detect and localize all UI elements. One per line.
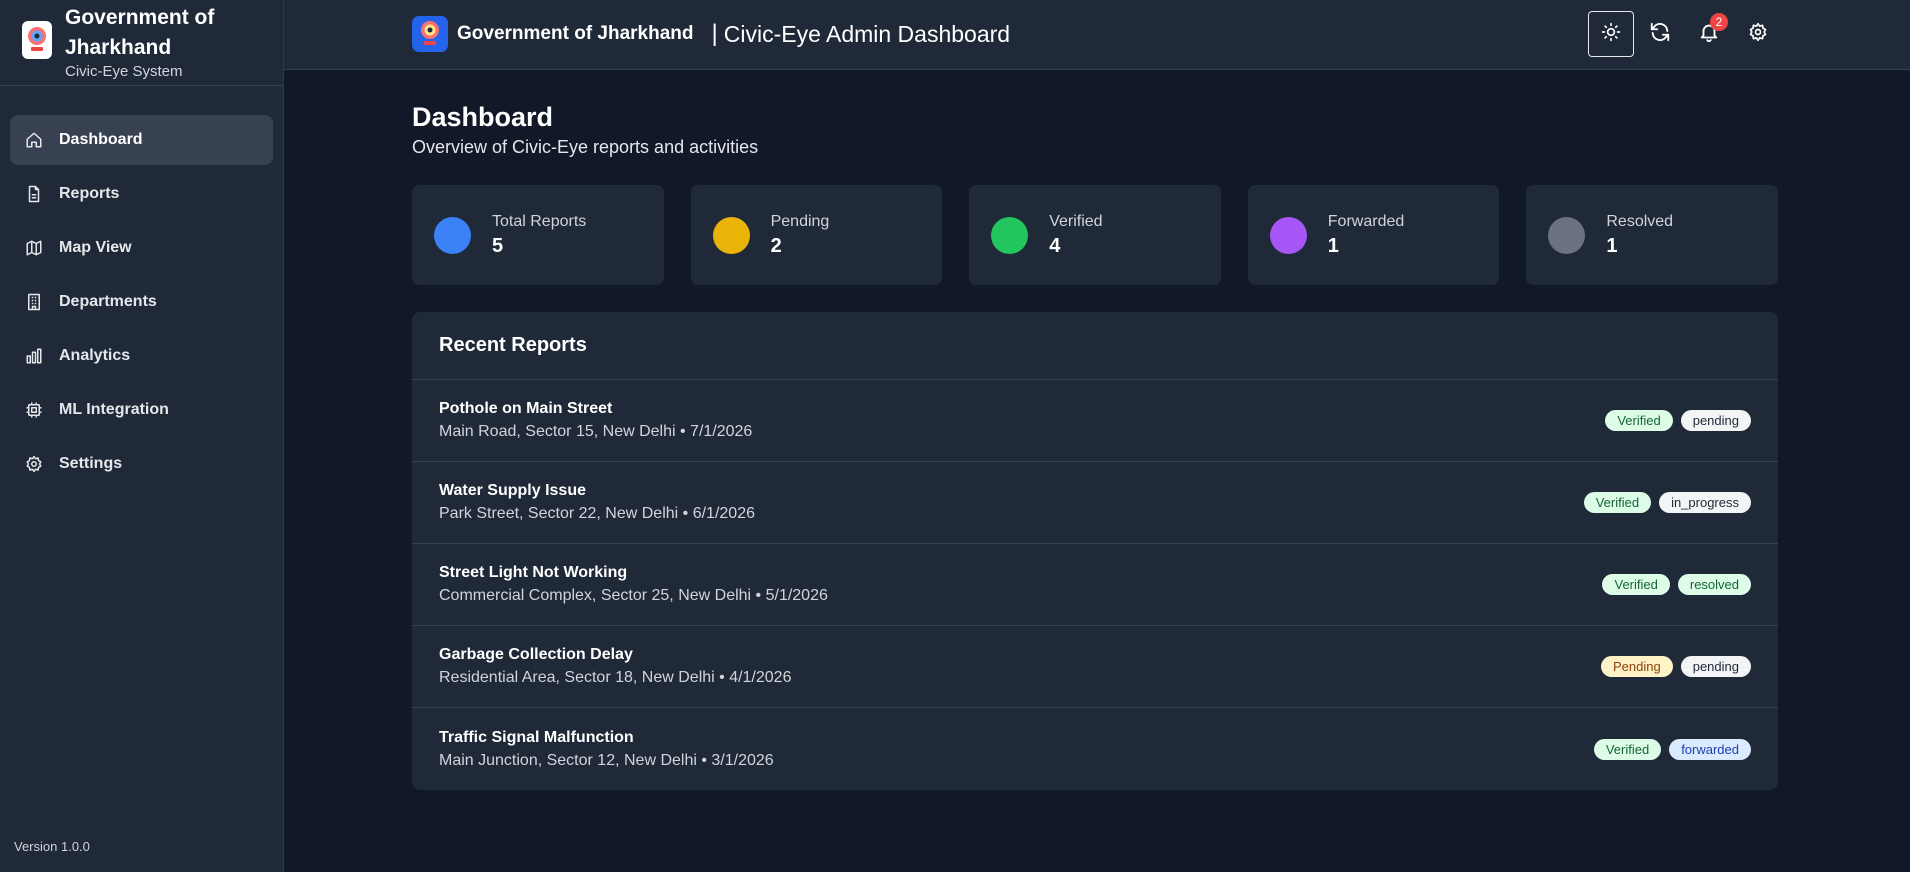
stat-card-forwarded: Forwarded 1 (1247, 185, 1500, 285)
report-row[interactable]: Water Supply Issue Park Street, Sector 2… (412, 462, 1778, 544)
verification-badge: Pending (1601, 656, 1673, 677)
sidebar-item-label: Departments (59, 293, 157, 310)
file-icon (24, 184, 44, 204)
app-logo-icon (412, 16, 448, 52)
recent-reports-heading: Recent Reports (412, 312, 1778, 380)
report-location-date: Park Street, Sector 22, New Delhi • 6/1/… (439, 505, 755, 522)
home-icon (24, 130, 44, 150)
sidebar-item-dashboard[interactable]: Dashboard (10, 115, 273, 165)
sidebar-item-map-view[interactable]: Map View (10, 223, 273, 273)
report-location-date: Main Road, Sector 15, New Delhi • 7/1/20… (439, 423, 753, 440)
verification-badge: Verified (1602, 574, 1670, 595)
sidebar-item-reports[interactable]: Reports (10, 169, 273, 219)
verification-badge: Verified (1605, 410, 1673, 431)
sidebar-item-departments[interactable]: Departments (10, 277, 273, 327)
status-badge: pending (1680, 410, 1751, 431)
sidebar-nav: Dashboard Reports Map View Departments A… (0, 86, 283, 489)
topbar-actions: 2 (1588, 11, 1784, 57)
sidebar-brand: Government of Jharkhand Civic-Eye System (0, 0, 283, 86)
stat-label: Pending (770, 212, 830, 230)
building-icon (24, 292, 44, 312)
main-content: Dashboard Overview of Civic-Eye reports … (412, 70, 1778, 790)
report-row[interactable]: Garbage Collection Delay Residential Are… (412, 626, 1778, 708)
stat-dot-icon (434, 216, 471, 254)
status-badge: in_progress (1659, 492, 1751, 513)
report-location-date: Commercial Complex, Sector 25, New Delhi… (439, 587, 828, 604)
stat-card-resolved: Resolved 1 (1526, 185, 1778, 285)
report-title: Street Light Not Working (439, 564, 628, 581)
stat-label: Resolved (1606, 212, 1674, 230)
recent-reports-panel: Recent Reports Pothole on Main Street Ma… (412, 312, 1778, 790)
report-location-date: Residential Area, Sector 18, New Delhi •… (439, 669, 792, 686)
notification-count-badge: 2 (1710, 13, 1728, 31)
verification-badge: Verified (1583, 492, 1652, 513)
topbar-government-name: Government of Jharkhand (457, 23, 694, 44)
version-label: Version 1.0.0 (14, 839, 90, 854)
stat-dot-icon (712, 216, 750, 254)
map-icon (24, 238, 44, 258)
sidebar: Government of Jharkhand Civic-Eye System… (0, 0, 284, 872)
stat-value: 4 (1049, 234, 1061, 257)
status-badge: forwarded (1669, 738, 1751, 760)
verification-badge: Verified (1593, 738, 1662, 760)
report-title: Garbage Collection Delay (439, 646, 633, 663)
settings-button[interactable] (1735, 11, 1781, 57)
theme-toggle-button[interactable] (1588, 11, 1634, 57)
refresh-button[interactable] (1637, 11, 1683, 57)
stat-card-verified: Verified 4 (969, 185, 1221, 285)
status-badge: pending (1680, 656, 1751, 677)
topbar-title: Civic-Eye Admin Dashboard (723, 20, 1011, 47)
stat-label: Total Reports (492, 212, 587, 230)
notifications-button[interactable]: 2 (1686, 11, 1732, 57)
stat-label: Forwarded (1327, 212, 1405, 230)
report-title: Traffic Signal Malfunction (439, 728, 634, 746)
stat-label: Verified (1049, 212, 1103, 230)
page-title: Dashboard (412, 102, 554, 132)
report-title: Water Supply Issue (439, 482, 586, 499)
cpu-icon (24, 400, 44, 420)
bar-chart-icon (24, 346, 44, 366)
status-badge: resolved (1677, 574, 1751, 595)
topbar-separator: | (711, 20, 718, 47)
app-root: Government of Jharkhand Civic-Eye System… (0, 0, 1910, 872)
report-title: Pothole on Main Street (439, 400, 613, 417)
gear-icon (1748, 22, 1768, 47)
stat-value: 5 (492, 234, 504, 257)
sidebar-item-label: Reports (59, 185, 120, 202)
report-row[interactable]: Traffic Signal Malfunction Main Junction… (412, 708, 1778, 790)
stat-dot-icon (1269, 216, 1307, 254)
brand-subtitle: Civic-Eye System (65, 63, 183, 80)
stat-value: 2 (770, 234, 782, 257)
stat-dot-icon (1548, 216, 1586, 254)
sun-icon (1601, 22, 1621, 47)
sidebar-item-ml-integration[interactable]: ML Integration (10, 385, 273, 435)
refresh-icon (1649, 21, 1671, 48)
sidebar-item-label: Settings (59, 455, 123, 472)
logo-icon (22, 21, 52, 59)
gear-icon (24, 454, 44, 474)
sidebar-item-analytics[interactable]: Analytics (10, 331, 273, 381)
sidebar-item-label: Dashboard (59, 131, 143, 148)
sidebar-item-label: Analytics (59, 347, 131, 364)
stat-card-total-reports: Total Reports 5 (412, 185, 664, 285)
stats-row: Total Reports 5 Pending 2 Verified 4 For… (412, 185, 1778, 285)
page-subtitle: Overview of Civic-Eye reports and activi… (412, 137, 759, 157)
topbar: Government of Jharkhand | Civic-Eye Admi… (284, 0, 1910, 70)
sidebar-item-settings[interactable]: Settings (10, 439, 273, 489)
stat-value: 1 (1327, 234, 1339, 257)
stat-value: 1 (1606, 234, 1618, 257)
report-row[interactable]: Street Light Not Working Commercial Comp… (412, 544, 1778, 626)
stat-dot-icon (991, 216, 1029, 254)
sidebar-item-label: Map View (59, 239, 132, 256)
sidebar-item-label: ML Integration (59, 401, 169, 418)
stat-card-pending: Pending 2 (690, 185, 943, 285)
report-row[interactable]: Pothole on Main Street Main Road, Sector… (412, 380, 1778, 462)
report-location-date: Main Junction, Sector 12, New Delhi • 3/… (439, 751, 774, 769)
brand-title: Government of Jharkhand (65, 6, 215, 59)
